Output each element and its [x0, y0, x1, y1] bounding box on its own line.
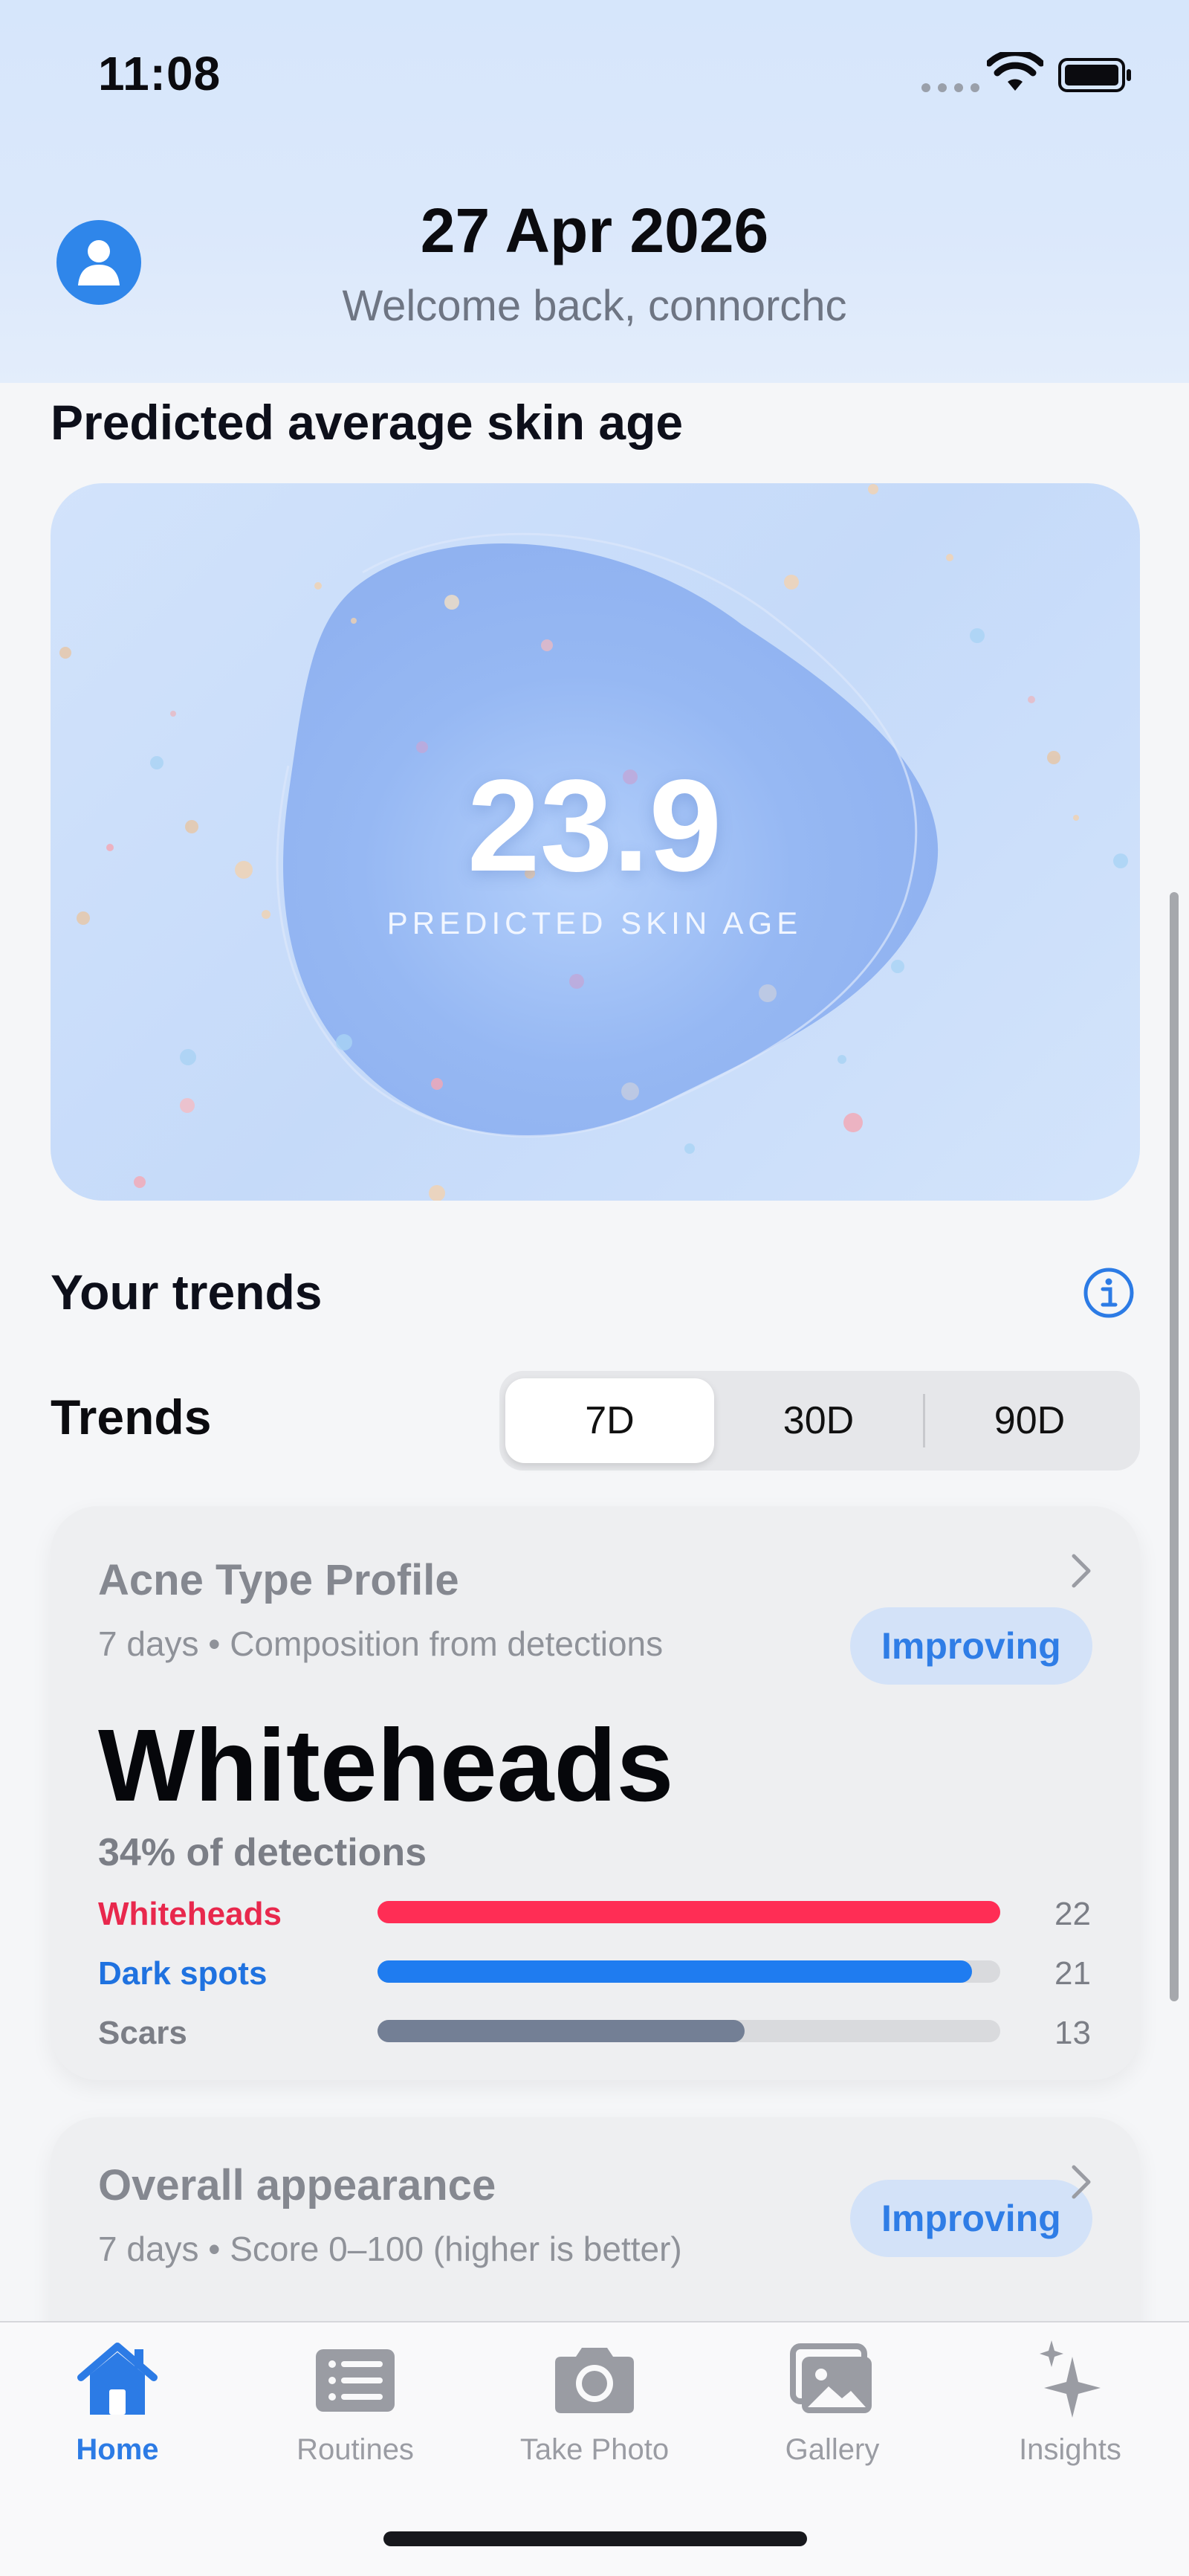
tab-label-insights: Insights: [1019, 2433, 1121, 2466]
info-icon[interactable]: [1082, 1266, 1135, 1320]
bar-track-whiteheads: [378, 1901, 1000, 1923]
tab-home[interactable]: Home: [6, 2340, 229, 2467]
acne-type-profile-card[interactable]: Acne Type Profile 7 days • Composition f…: [51, 1506, 1140, 2080]
tab-label-routines: Routines: [297, 2433, 414, 2466]
battery-icon: [1058, 58, 1131, 92]
trends-section-title: Your trends: [51, 1265, 323, 1320]
range-30d-segment[interactable]: 30D: [714, 1378, 923, 1463]
scrollbar[interactable]: [1170, 892, 1179, 2001]
bar-label-whiteheads: Whiteheads: [98, 1896, 282, 1932]
card-title: Acne Type Profile: [98, 1556, 459, 1604]
photos-icon: [790, 2343, 872, 2413]
bar-fill-dark-spots: [378, 1960, 973, 1983]
bar-fill-whiteheads: [378, 1901, 1000, 1923]
status-badge: Improving: [850, 2180, 1092, 2257]
skin-age-caption: PREDICTED SKIN AGE: [386, 906, 803, 940]
bar-count-scars: 13: [1054, 2015, 1091, 2051]
home-indicator: [383, 2531, 807, 2546]
tab-gallery[interactable]: Gallery: [721, 2340, 944, 2467]
welcome-message: Welcome back, connorchc: [342, 282, 847, 330]
bar-count-whiteheads: 22: [1054, 1896, 1091, 1932]
skin-age-value: 23.9: [467, 753, 722, 899]
dominant-acne-type: Whiteheads: [98, 1708, 674, 1823]
bar-track-dark-spots: [378, 1960, 1000, 1983]
sparkles-icon: [1040, 2340, 1101, 2418]
tab-insights[interactable]: Insights: [959, 2340, 1182, 2467]
card-subtitle: 7 days • Composition from detections: [98, 1624, 664, 1663]
bar-track-scars: [378, 2020, 1000, 2042]
skin-age-section-title: Predicted average skin age: [51, 395, 684, 450]
tab-routines[interactable]: Routines: [244, 2340, 467, 2467]
bar-count-dark-spots: 21: [1054, 1955, 1091, 1992]
cellular-signal-icon: [921, 83, 979, 92]
dominant-share: 34% of detections: [98, 1831, 427, 1874]
chevron-right-icon: [1072, 1554, 1091, 1588]
bar-label-dark-spots: Dark spots: [98, 1955, 268, 1992]
card-subtitle: 7 days • Score 0–100 (higher is better): [98, 2230, 682, 2268]
status-badge: Improving: [850, 1607, 1092, 1685]
trend-range-selector: 7D 30D 90D: [499, 1371, 1140, 1471]
wifi-icon: [987, 52, 1043, 91]
house-icon: [77, 2343, 158, 2415]
tab-label-gallery: Gallery: [785, 2433, 880, 2466]
trends-label: Trends: [51, 1389, 212, 1444]
range-90d-segment[interactable]: 90D: [925, 1378, 1134, 1463]
tab-label-home: Home: [76, 2433, 159, 2466]
card-title: Overall appearance: [98, 2161, 496, 2209]
bar-label-scars: Scars: [98, 2015, 187, 2051]
header-date: 27 Apr 2026: [420, 196, 769, 265]
status-time: 11:08: [98, 47, 221, 100]
camera-icon: [555, 2348, 634, 2413]
chevron-right-icon: [1072, 2165, 1091, 2199]
bar-fill-scars: [378, 2020, 745, 2042]
tab-label-take-photo: Take Photo: [519, 2433, 670, 2466]
list-icon: [316, 2349, 395, 2412]
tab-take-photo[interactable]: Take Photo: [483, 2340, 706, 2467]
range-7d-segment[interactable]: 7D: [505, 1378, 714, 1463]
